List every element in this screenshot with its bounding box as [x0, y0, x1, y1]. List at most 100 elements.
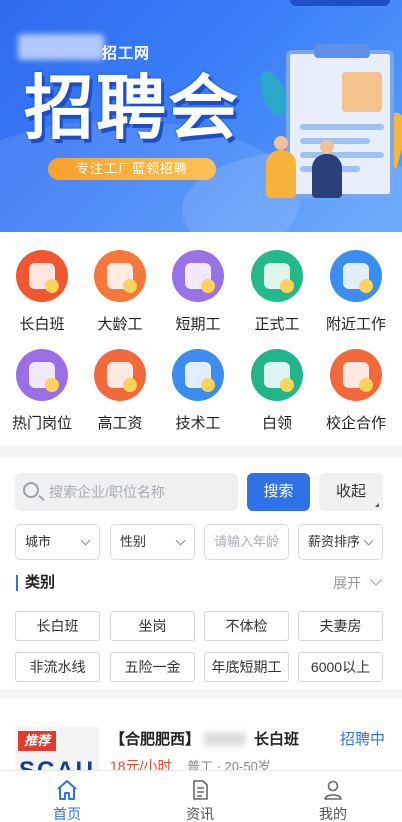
clipboard-clip	[314, 44, 370, 58]
resume-line	[300, 152, 384, 158]
user-icon	[321, 779, 345, 801]
icon-dot	[280, 378, 294, 392]
elderly-worker-icon	[94, 250, 146, 302]
tag-chip[interactable]: 长白班	[15, 611, 100, 641]
company-thumbnail: 推荐 SCAU	[15, 727, 99, 775]
banner-title: 招聘会	[24, 67, 240, 149]
category-label: 技术工	[175, 415, 221, 432]
category-label: 短期工	[175, 316, 221, 333]
brand-name: 招工网	[102, 45, 151, 62]
icon-dot	[45, 378, 59, 392]
tab-news-label: 资讯	[186, 806, 214, 822]
wallet-icon	[94, 349, 146, 401]
tag-chip[interactable]: 非流水线	[15, 652, 100, 682]
bottom-tab-bar: 首页 资讯 我的	[0, 770, 402, 822]
technician-icon	[172, 349, 224, 401]
search-icon	[23, 482, 39, 498]
job-location: 【合肥肥西】	[110, 731, 201, 748]
chevron-down-icon	[80, 535, 91, 546]
city-select[interactable]: 城市	[15, 524, 100, 560]
tag-chip[interactable]: 夫妻房	[298, 611, 383, 641]
icon-dot	[123, 378, 137, 392]
job-title: 【合肥肥西】 长白班	[110, 728, 299, 749]
category-item[interactable]: 热门岗位	[3, 349, 81, 433]
expand-label: 展开	[333, 575, 361, 591]
category-label: 白领	[261, 415, 292, 432]
search-input[interactable]	[49, 473, 233, 511]
category-item[interactable]: 大龄工	[81, 250, 159, 334]
banner-top-bar	[290, 0, 390, 6]
tag-chip[interactable]: 坐岗	[110, 611, 195, 641]
clock-icon	[172, 250, 224, 302]
city-select-label: 城市	[25, 534, 52, 549]
job-type: 长白班	[254, 731, 300, 748]
category-item[interactable]: 正式工	[238, 250, 316, 334]
collapse-button[interactable]: 收起	[319, 473, 383, 511]
gender-select[interactable]: 性别	[110, 524, 195, 560]
collapse-label: 收起	[335, 483, 366, 500]
search-button[interactable]: 搜索	[247, 473, 310, 511]
hiring-status: 招聘中	[340, 731, 386, 748]
category-label: 长白班	[19, 316, 65, 333]
document-icon	[16, 349, 68, 401]
white-collar-icon	[251, 349, 303, 401]
age-input-placeholder: 请输入年龄	[214, 534, 280, 549]
icon-dot	[45, 279, 59, 293]
search-box[interactable]	[15, 473, 238, 511]
category-item[interactable]: 附近工作	[317, 250, 395, 334]
chevron-down-icon	[363, 535, 374, 546]
gender-select-label: 性别	[120, 534, 147, 549]
job-card[interactable]: 推荐 SCAU 【合肥肥西】 长白班 招聘中 18元/小时 普工 · 20-50岁	[0, 699, 402, 775]
person-head	[274, 136, 288, 150]
icon-dot	[359, 279, 373, 293]
tab-news[interactable]: 资讯	[160, 779, 240, 822]
hard-hat-icon	[251, 250, 303, 302]
category-label: 正式工	[254, 316, 300, 333]
age-input[interactable]: 请输入年龄	[204, 524, 289, 560]
location-pin-icon	[330, 250, 382, 302]
category-label: 高工资	[97, 415, 143, 432]
resume-line	[300, 124, 384, 130]
cloud-icon	[16, 250, 68, 302]
tag-chip[interactable]: 不体检	[204, 611, 289, 641]
tab-home[interactable]: 首页	[27, 779, 107, 822]
document-icon	[188, 779, 212, 801]
category-item[interactable]: 校企合作	[317, 349, 395, 433]
brand-logo-blurred	[18, 34, 104, 60]
tag-chip[interactable]: 6000以上	[298, 652, 383, 682]
person-illustration	[312, 140, 342, 198]
category-label: 校企合作	[325, 415, 386, 432]
category-item[interactable]: 技术工	[159, 349, 237, 433]
tab-mine[interactable]: 我的	[293, 779, 373, 822]
salary-sort-select[interactable]: 薪资排序	[298, 524, 383, 560]
corner-arrow-icon	[375, 503, 379, 507]
tag-chip[interactable]: 年底短期工	[204, 652, 289, 682]
resume-line	[300, 138, 370, 144]
icon-dot	[123, 279, 137, 293]
icon-dot	[201, 279, 215, 293]
tag-chip[interactable]: 五险一金	[110, 652, 195, 682]
person-head	[320, 140, 334, 154]
recruitment-fair-banner[interactable]: 招工网 招聘会 专注工厂蓝领招聘	[0, 0, 402, 232]
recommend-badge: 推荐	[18, 731, 56, 751]
category-section-title: 类别	[16, 575, 55, 591]
category-label: 大龄工	[97, 316, 143, 333]
building-icon	[330, 349, 382, 401]
expand-toggle[interactable]: 展开	[333, 574, 382, 591]
tab-home-label: 首页	[53, 806, 81, 822]
category-item[interactable]: 短期工	[159, 250, 237, 334]
icon-dot	[359, 378, 373, 392]
category-item[interactable]: 长白班	[3, 250, 81, 334]
search-filter-panel: 搜索 收起 城市 性别 请输入年龄 薪资排序 类别 展开 长白班 坐岗 不体检 …	[0, 457, 402, 689]
icon-dot	[201, 378, 215, 392]
category-item[interactable]: 白领	[238, 349, 316, 433]
chevron-down-icon	[175, 535, 186, 546]
app-page: 招工网 招聘会 专注工厂蓝领招聘 长白班 大龄工 短期工 正式工 附近工作 热门…	[0, 0, 402, 822]
icon-dot	[280, 279, 294, 293]
category-item[interactable]: 高工资	[81, 349, 159, 433]
salary-sort-label: 薪资排序	[308, 534, 361, 549]
resume-photo-illustration	[342, 72, 382, 112]
tab-mine-label: 我的	[319, 806, 347, 822]
home-icon	[55, 779, 79, 801]
person-illustration	[266, 136, 296, 198]
